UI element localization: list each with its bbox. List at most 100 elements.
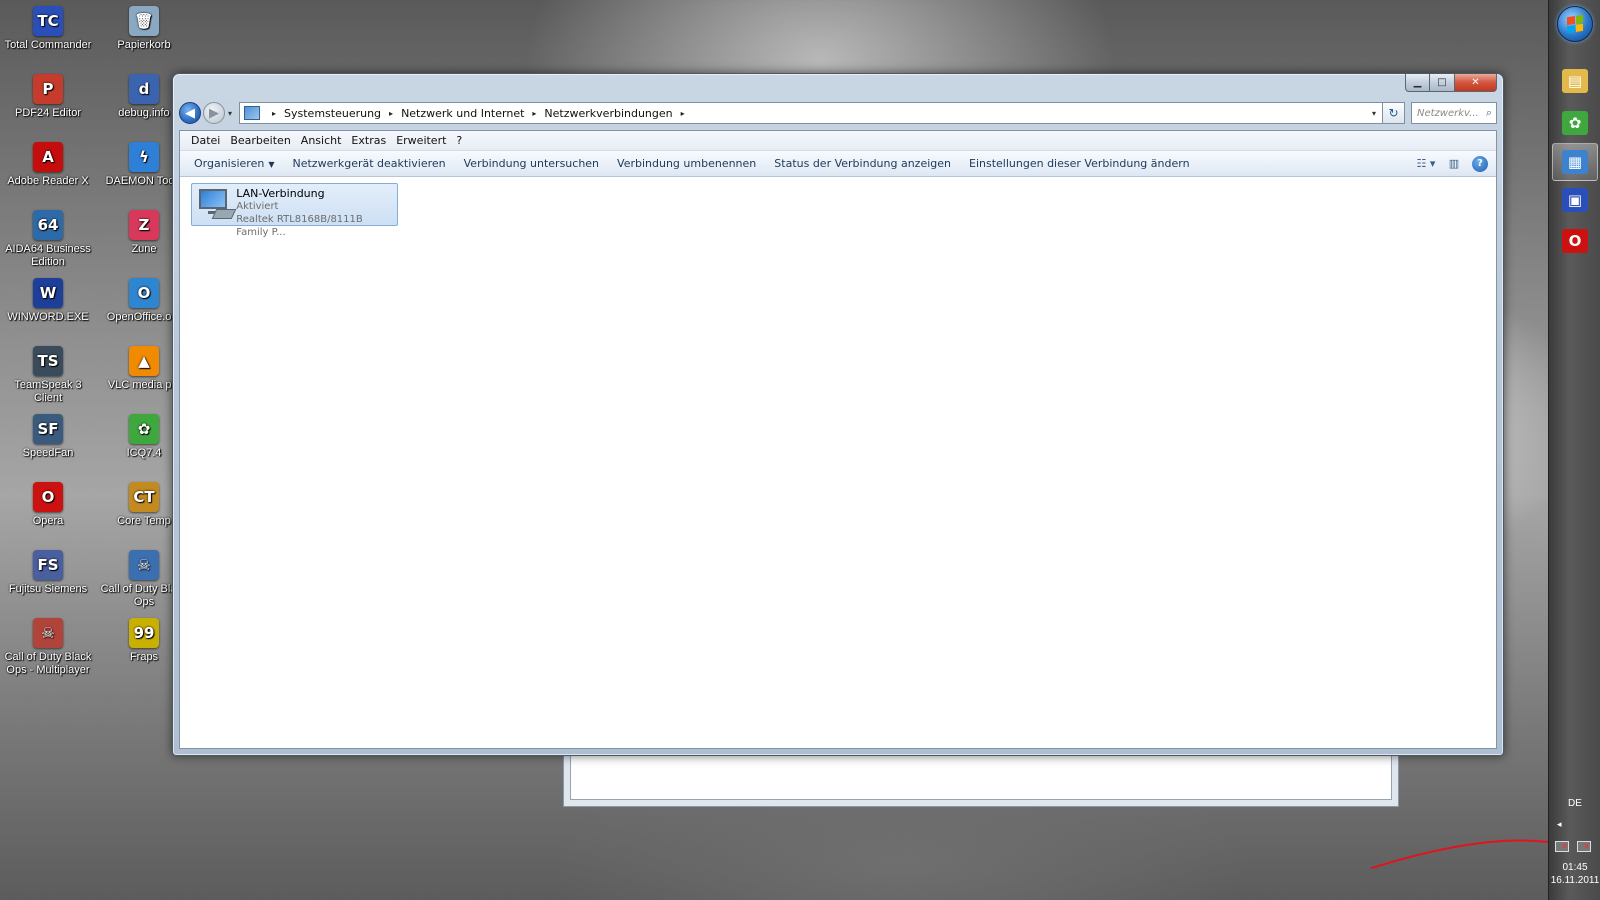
desktop-shortcut-label: TeamSpeak 3 Client [14, 379, 82, 404]
disable-network-device-button[interactable]: Netzwerkgerät deaktivieren [286, 157, 457, 170]
minimize-button[interactable]: ▁ [1405, 74, 1430, 92]
tray-icons: ✕ ✕ [1555, 841, 1591, 852]
chevron-down-icon: ▼ [268, 160, 275, 169]
address-bar[interactable]: ▸ Systemsteuerung ▸ Netzwerk und Interne… [239, 102, 1383, 124]
network-connections-window[interactable]: ▁ □ ✕ ◀ ▶ ▾ ▸ Systemsteuerung ▸ Netzwerk… [172, 73, 1504, 756]
menu-datei[interactable]: Datei [186, 134, 225, 147]
control-panel-icon [244, 106, 260, 120]
desktop-shortcut[interactable]: FS Fujitsu Siemens [2, 550, 94, 596]
address-dropdown-icon[interactable]: ▾ [1372, 109, 1376, 118]
desktop-shortcut-label: WINWORD.EXE [7, 311, 89, 323]
menu-bearbeiten[interactable]: Bearbeiten [225, 134, 295, 147]
app-icon: P [33, 74, 63, 104]
app-icon: ☠ [33, 618, 63, 648]
clock[interactable]: 01:45 16.11.2011 [1549, 861, 1600, 887]
menu-bar: Datei Bearbeiten Ansicht Extras Erweiter… [180, 131, 1496, 151]
desktop-shortcut[interactable]: 64 AIDA64 Business Edition [2, 210, 94, 269]
show-hidden-icons-button[interactable]: ◂ [1557, 820, 1562, 830]
organize-label: Organisieren [194, 157, 265, 170]
app-icon: ϟ [129, 142, 159, 172]
windows-logo-icon [1567, 14, 1583, 34]
opera-icon: O [1562, 229, 1588, 253]
breadcrumb-separator-icon[interactable]: ▸ [681, 109, 685, 118]
language-indicator[interactable]: DE [1549, 798, 1600, 809]
desktop-icon-area: TC Total Commander 🗑 Papierkorb P PDF24 Edito… [0, 0, 187, 900]
breadcrumb-systemsteuerung[interactable]: Systemsteuerung [284, 107, 381, 120]
desktop-shortcut[interactable]: O Opera [2, 482, 94, 528]
app-icon: ✿ [129, 414, 159, 444]
desktop-shortcut[interactable]: W WINWORD.EXE [2, 278, 94, 324]
breadcrumb-netzwerk-und-internet[interactable]: Netzwerk und Internet [401, 107, 524, 120]
desktop-shortcut-label: Opera [32, 515, 64, 527]
network-disconnected-icon[interactable]: ✕ [1555, 841, 1569, 852]
taskbar: ▤ ✿ ▦ ▣ O DE ◂ ✕ ✕ 01:45 16.11.2011 [1548, 0, 1600, 900]
desktop-shortcut-label: Fujitsu Siemens [8, 583, 88, 595]
app-icon: TC [33, 6, 63, 36]
start-button[interactable] [1557, 6, 1593, 42]
rename-connection-button[interactable]: Verbindung umbenennen [611, 157, 768, 170]
app-icon: W [33, 278, 63, 308]
desktop-shortcut[interactable]: SF SpeedFan [2, 414, 94, 460]
total-commander-icon: ▣ [1562, 188, 1588, 212]
change-view-icon[interactable]: ☷ ▾ [1416, 155, 1436, 173]
preview-pane-icon[interactable]: ▥ [1444, 155, 1464, 173]
desktop-shortcut-label: SpeedFan [22, 447, 74, 459]
desktop-shortcut[interactable]: 🗑 Papierkorb [98, 6, 190, 52]
icq-icon: ✿ [1562, 111, 1588, 135]
back-button[interactable]: ◀ [179, 102, 201, 124]
taskbar-total-commander-button[interactable]: ▣ [1552, 181, 1598, 219]
lan-connection-item[interactable]: LAN-Verbindung Aktiviert Realtek RTL8168… [191, 183, 398, 238]
search-placeholder: Netzwerkv... [1417, 107, 1479, 119]
breadcrumb-netzwerkverbindungen[interactable]: Netzwerkverbindungen [544, 107, 672, 120]
change-connection-settings-button[interactable]: Einstellungen dieser Verbindung ändern [963, 157, 1202, 170]
desktop-shortcut[interactable]: A Adobe Reader X [2, 142, 94, 188]
diagnose-connection-button[interactable]: Verbindung untersuchen [458, 157, 611, 170]
recent-pages-dropdown[interactable]: ▾ [225, 109, 235, 118]
forward-button[interactable]: ▶ [203, 102, 225, 124]
maximize-button[interactable]: □ [1430, 74, 1455, 92]
desktop-shortcut[interactable]: TC Total Commander [2, 6, 94, 52]
app-icon: d [129, 74, 159, 104]
command-bar-right: ☷ ▾ ▥ ? [1408, 155, 1496, 173]
refresh-button[interactable]: ↻ [1383, 102, 1405, 124]
view-connection-status-button[interactable]: Status der Verbindung anzeigen [768, 157, 963, 170]
navigation-row: ◀ ▶ ▾ ▸ Systemsteuerung ▸ Netzwerk und I… [179, 100, 1497, 126]
breadcrumb-separator-icon[interactable]: ▸ [389, 109, 393, 118]
command-bar: Organisieren ▼ Netzwerkgerät deaktivieren… [180, 151, 1496, 177]
red-annotation-line [1371, 839, 1549, 869]
desktop-shortcut[interactable]: ☠ Call of Duty Black Ops - Multiplayer [2, 618, 94, 677]
desktop-shortcut-label: Call of Duty Black Ops - Multiplayer [4, 651, 92, 676]
breadcrumb-separator-icon[interactable]: ▸ [532, 109, 536, 118]
connections-list: LAN-Verbindung Aktiviert Realtek RTL8168… [180, 177, 1496, 748]
breadcrumb-separator-icon[interactable]: ▸ [272, 109, 276, 118]
taskbar-opera-button[interactable]: O [1552, 222, 1598, 260]
desktop-shortcut-label: Papierkorb [117, 39, 171, 51]
app-icon: CT [129, 482, 159, 512]
desktop-shortcut[interactable]: TS TeamSpeak 3 Client [2, 346, 94, 405]
taskbar-icq-button[interactable]: ✿ [1552, 104, 1598, 142]
connection-details: LAN-Verbindung Aktiviert Realtek RTL8168… [236, 187, 393, 239]
menu-erweitert[interactable]: Erweitert [391, 134, 451, 147]
search-icon[interactable]: ⌕ [1486, 106, 1492, 120]
help-icon[interactable]: ? [1472, 155, 1488, 172]
app-icon: SF [33, 414, 63, 444]
menu-extras[interactable]: Extras [346, 134, 391, 147]
search-input[interactable]: Netzwerkv... ⌕ [1411, 102, 1497, 124]
app-icon: O [33, 482, 63, 512]
app-icon: 64 [33, 210, 63, 240]
desktop-shortcut-label: AIDA64 Business Edition [5, 243, 91, 268]
caption-buttons: ▁ □ ✕ [1405, 74, 1497, 92]
close-button[interactable]: ✕ [1455, 74, 1497, 92]
app-icon: FS [33, 550, 63, 580]
menu-help[interactable]: ? [451, 134, 467, 147]
menu-ansicht[interactable]: Ansicht [296, 134, 347, 147]
desktop-shortcut[interactable]: P PDF24 Editor [2, 74, 94, 120]
app-icon: ☠ [129, 550, 159, 580]
taskbar-control-panel-button[interactable]: ▦ [1552, 143, 1598, 181]
taskbar-explorer-button[interactable]: ▤ [1552, 62, 1598, 100]
app-icon: 🗑 [129, 6, 159, 36]
volume-muted-icon[interactable]: ✕ [1577, 841, 1591, 852]
app-icon: Z [129, 210, 159, 240]
clock-time: 01:45 [1562, 862, 1588, 873]
organize-button[interactable]: Organisieren ▼ [188, 157, 286, 170]
